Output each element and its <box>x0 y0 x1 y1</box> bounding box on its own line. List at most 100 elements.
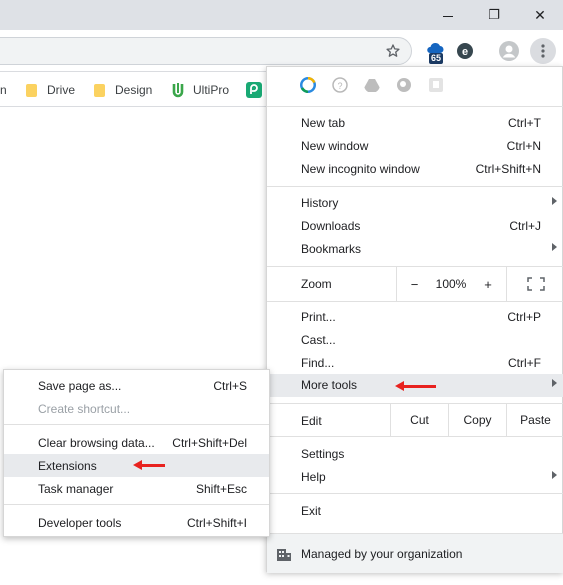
submenu-item-task-manager[interactable]: Task manager Shift+Esc <box>4 477 269 500</box>
bookmark-item[interactable]: n <box>0 81 7 99</box>
three-dots-icon <box>541 44 545 58</box>
menu-item-exit[interactable]: Exit <box>267 500 563 523</box>
menu-separator <box>267 436 563 437</box>
menu-item-label: Cast... <box>301 333 336 347</box>
paste-label: Paste <box>520 412 551 427</box>
submenu-item-shortcut: Ctrl+Shift+I <box>186 516 247 530</box>
folder-icon <box>94 83 105 97</box>
cut-button[interactable]: Cut <box>390 403 448 436</box>
managed-by-organization[interactable]: Managed by your organization <box>267 533 563 573</box>
menu-item-new-tab[interactable]: New tab Ctrl+T <box>267 112 563 135</box>
svg-text:e: e <box>462 46 468 58</box>
drive-icon[interactable] <box>364 77 380 93</box>
menu-item-new-incognito[interactable]: New incognito window Ctrl+Shift+N <box>267 158 563 181</box>
menu-separator <box>267 106 563 107</box>
submenu-item-label: Save page as... <box>38 379 122 393</box>
close-icon: ✕ <box>534 6 546 23</box>
submenu-item-clear-browsing[interactable]: Clear browsing data... Ctrl+Shift+Del <box>4 431 269 454</box>
ultipro-icon <box>172 82 184 97</box>
bookmark-drive[interactable]: Drive <box>26 81 75 99</box>
submenu-item-label: Clear browsing data... <box>38 436 155 450</box>
extension-e-button[interactable]: e <box>456 42 474 60</box>
restore-button[interactable]: ❐ <box>471 0 517 30</box>
address-bar[interactable] <box>0 37 412 65</box>
fullscreen-button[interactable] <box>506 267 563 301</box>
building-icon <box>277 549 291 561</box>
restore-icon: ❐ <box>488 7 500 22</box>
copy-label: Copy <box>463 412 492 427</box>
profile-button[interactable] <box>497 39 521 63</box>
menu-item-help[interactable]: Help <box>267 466 563 489</box>
bookmark-app[interactable] <box>246 81 262 99</box>
submenu-item-developer-tools[interactable]: Developer tools Ctrl+Shift+I <box>4 511 269 534</box>
menu-separator <box>267 493 563 494</box>
zoom-label: Zoom <box>301 277 332 291</box>
extension-badge-count: 65 <box>429 53 444 64</box>
bookmark-star-button[interactable] <box>384 42 402 60</box>
red-arrow-annotation <box>395 381 436 391</box>
chrome-menu-button[interactable] <box>530 38 556 64</box>
submenu-item-label: Create shortcut... <box>38 402 131 416</box>
circle-extension-icon[interactable] <box>396 77 412 93</box>
zoom-out-button[interactable]: − <box>396 267 432 301</box>
menu-edit-row: Edit Cut Copy Paste <box>267 403 563 436</box>
more-tools-submenu: Save page as... Ctrl+S Create shortcut..… <box>3 369 270 537</box>
menu-item-label: Exit <box>301 504 322 518</box>
bookmark-ultipro[interactable]: UltiPro <box>172 81 229 99</box>
minimize-button[interactable] <box>425 0 471 30</box>
menu-item-label: Settings <box>301 447 345 461</box>
menu-item-label: Print... <box>301 310 336 324</box>
copy-button[interactable]: Copy <box>448 403 506 436</box>
menu-item-cast[interactable]: Cast... <box>267 329 563 352</box>
submenu-item-label: Developer tools <box>38 516 122 530</box>
submenu-separator <box>4 424 269 425</box>
help-circle-icon[interactable]: ? <box>332 77 348 93</box>
svg-text:?: ? <box>337 81 342 91</box>
bookmark-design[interactable]: Design <box>94 81 152 99</box>
menu-item-shortcut: Ctrl+N <box>506 139 541 153</box>
bookmark-label: Drive <box>47 83 76 97</box>
submenu-arrow-icon <box>552 197 557 205</box>
red-arrow-annotation <box>133 460 165 470</box>
menu-item-shortcut: Ctrl+F <box>508 356 541 370</box>
menu-zoom-row: Zoom − 100% + <box>267 267 563 301</box>
menu-item-print[interactable]: Print... Ctrl+P <box>267 306 563 329</box>
title-bar: ❐ ✕ <box>0 0 563 30</box>
close-button[interactable]: ✕ <box>517 0 563 30</box>
submenu-arrow-icon <box>552 471 557 479</box>
menu-item-downloads[interactable]: Downloads Ctrl+J <box>267 215 563 238</box>
chrome-remote-icon[interactable] <box>300 77 316 93</box>
submenu-item-label: Extensions <box>38 459 97 473</box>
menu-extension-icons: ? <box>267 75 563 99</box>
edit-label: Edit <box>301 414 322 428</box>
minimize-icon <box>443 15 453 17</box>
menu-item-label: More tools <box>301 378 358 392</box>
menu-item-history[interactable]: History <box>267 192 563 215</box>
menu-item-label: New incognito window <box>301 162 420 176</box>
submenu-arrow-icon <box>552 243 557 251</box>
extension-button-badge[interactable]: 65 <box>424 41 448 65</box>
menu-separator <box>267 301 563 302</box>
square-extension-icon[interactable] <box>428 77 444 93</box>
zoom-in-button[interactable]: + <box>470 267 506 301</box>
folder-icon <box>26 83 37 97</box>
menu-item-new-window[interactable]: New window Ctrl+N <box>267 135 563 158</box>
menu-item-find[interactable]: Find... Ctrl+F <box>267 352 563 375</box>
submenu-item-shortcut: Shift+Esc <box>195 482 247 496</box>
submenu-item-save-page[interactable]: Save page as... Ctrl+S <box>4 374 269 397</box>
avatar-icon <box>499 41 519 61</box>
menu-item-shortcut: Ctrl+P <box>507 310 541 324</box>
menu-item-label: Downloads <box>301 219 361 233</box>
cut-label: Cut <box>410 412 429 427</box>
submenu-item-label: Task manager <box>38 482 114 496</box>
menu-item-bookmarks[interactable]: Bookmarks <box>267 238 563 261</box>
menu-item-shortcut: Ctrl+J <box>509 219 541 233</box>
minus-icon: − <box>410 276 419 292</box>
paste-button[interactable]: Paste <box>506 403 563 436</box>
bookmark-label: Design <box>115 83 153 97</box>
bookmark-label: UltiPro <box>193 83 230 97</box>
menu-item-settings[interactable]: Settings <box>267 443 563 466</box>
submenu-item-create-shortcut: Create shortcut... <box>4 397 269 420</box>
submenu-separator <box>4 504 269 505</box>
menu-item-label: Find... <box>301 356 335 370</box>
